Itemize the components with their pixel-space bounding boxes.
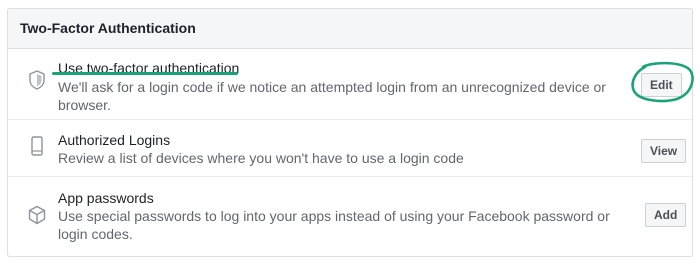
- shield-icon: [26, 69, 48, 91]
- row-title: Authorized Logins: [58, 132, 171, 148]
- row-title: App passwords: [58, 190, 154, 206]
- row-description: Use special passwords to log into your a…: [58, 208, 610, 242]
- annotation-underline: [52, 72, 238, 75]
- edit-button[interactable]: Edit: [641, 73, 682, 97]
- row-description: We'll ask for a login code if we notice …: [58, 79, 606, 113]
- row-app-passwords: App passwords Use special passwords to l…: [8, 177, 692, 254]
- row-two-factor: Use two-factor authentication We'll ask …: [8, 49, 692, 120]
- add-button[interactable]: Add: [645, 203, 687, 227]
- phone-icon: [26, 135, 48, 157]
- view-button[interactable]: View: [641, 139, 687, 163]
- row-description: Review a list of devices where you won't…: [58, 150, 464, 166]
- row-authorized-logins: Authorized Logins Review a list of devic…: [8, 120, 692, 177]
- two-factor-panel: Two-Factor Authentication Use two-factor…: [7, 8, 693, 257]
- cube-icon: [26, 204, 48, 226]
- panel-title: Two-Factor Authentication: [8, 9, 692, 49]
